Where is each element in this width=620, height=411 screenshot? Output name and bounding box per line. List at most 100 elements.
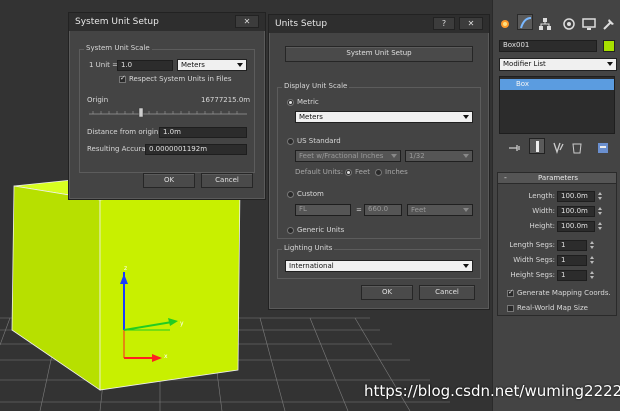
display-tab-icon[interactable] <box>581 16 597 32</box>
help-button[interactable]: ? <box>433 17 455 30</box>
object-color-swatch[interactable] <box>603 40 615 52</box>
generate-mapping-label: Generate Mapping Coords. <box>517 289 611 297</box>
custom-radio[interactable] <box>287 191 294 198</box>
height-field[interactable]: 100.0m <box>557 221 595 232</box>
pin-stack-icon[interactable] <box>507 140 523 156</box>
chevron-down-icon <box>463 208 469 212</box>
width-segs-label: Width Segs: <box>513 256 555 264</box>
cancel-button[interactable]: Cancel <box>419 285 475 300</box>
custom-name-field[interactable]: FL <box>295 204 351 216</box>
close-button[interactable]: ✕ <box>459 17 483 30</box>
units-setup-dialog: Units Setup ? ✕ System Unit Setup Displa… <box>268 14 490 310</box>
real-world-map-checkbox[interactable] <box>507 305 514 312</box>
length-field[interactable]: 100.0m <box>557 191 595 202</box>
distance-label: Distance from origin: <box>87 128 161 136</box>
chevron-down-icon <box>237 63 243 67</box>
origin-slider[interactable] <box>89 107 247 117</box>
distance-field[interactable]: 1.0m <box>159 127 247 138</box>
generic-units-radio[interactable] <box>287 227 294 234</box>
modify-tab-icon[interactable] <box>517 14 533 30</box>
inches-radio[interactable] <box>375 169 382 176</box>
hierarchy-tab-icon[interactable] <box>537 16 553 32</box>
metric-radio[interactable] <box>287 99 294 106</box>
accuracy-field: 0.0000001192m <box>145 144 247 155</box>
us-fraction-select[interactable]: 1/32 <box>405 150 473 162</box>
custom-label: Custom <box>297 190 324 198</box>
metric-select[interactable]: Meters <box>295 111 473 123</box>
respect-units-checkbox[interactable] <box>119 74 126 83</box>
close-button[interactable]: ✕ <box>235 15 259 28</box>
chevron-down-icon <box>463 115 469 119</box>
origin-label: Origin <box>87 96 109 104</box>
us-standard-radio[interactable] <box>287 138 294 145</box>
height-segs-field[interactable]: 1 <box>557 270 587 281</box>
motion-tab-icon[interactable] <box>561 16 577 32</box>
cancel-button[interactable]: Cancel <box>201 173 253 188</box>
height-segs-spinner[interactable] <box>589 270 596 281</box>
length-label: Length: <box>528 192 555 200</box>
group-title: Lighting Units <box>282 244 335 252</box>
ok-button[interactable]: OK <box>361 285 413 300</box>
modifier-stack-item-box[interactable]: Box <box>500 79 614 90</box>
make-unique-icon[interactable] <box>551 140 567 156</box>
system-unit-setup-button[interactable]: System Unit Setup <box>285 46 473 62</box>
axis-x-label: x <box>164 353 168 360</box>
modifier-list-value: Modifier List <box>503 60 546 68</box>
remove-modifier-icon[interactable] <box>569 140 585 156</box>
utilities-tab-icon[interactable] <box>601 16 617 32</box>
length-segs-field[interactable]: 1 <box>557 240 587 251</box>
custom-unit-select[interactable]: Feet <box>407 204 473 216</box>
group-title: Display Unit Scale <box>282 82 350 90</box>
object-name-field[interactable]: Box001 <box>499 40 597 52</box>
length-segs-spinner[interactable] <box>589 240 596 251</box>
feet-label: Feet <box>355 168 371 176</box>
chevron-down-icon <box>463 154 469 158</box>
generate-mapping-checkbox[interactable] <box>507 288 514 297</box>
us-fraction-value: 1/32 <box>409 152 425 160</box>
width-segs-field[interactable]: 1 <box>557 255 587 266</box>
metric-select-value: Meters <box>299 113 323 121</box>
custom-unit-value: Feet <box>411 206 427 214</box>
unit-select[interactable]: Meters <box>177 59 247 71</box>
width-label: Width: <box>532 207 555 215</box>
display-unit-scale-group: Display Unit Scale <box>277 82 481 239</box>
width-field[interactable]: 100.0m <box>557 206 595 217</box>
command-panel: Box001 Modifier List Box - Parameters Le… <box>492 0 620 411</box>
width-spinner[interactable] <box>597 206 604 217</box>
origin-value: 16777215.0m <box>201 96 251 104</box>
chevron-down-icon <box>607 62 613 66</box>
axis-y-label: y <box>180 320 184 327</box>
custom-value-field[interactable]: 660.0 <box>364 204 402 216</box>
us-standard-label: US Standard <box>297 137 341 145</box>
length-spinner[interactable] <box>597 191 604 202</box>
create-tab-icon[interactable] <box>497 16 513 32</box>
box-front-face <box>99 184 241 391</box>
lighting-units-select[interactable]: International <box>285 260 473 272</box>
watermark-text: https://blog.csdn.net/wuming22222 <box>364 382 620 400</box>
parameters-rollout-header[interactable]: - Parameters <box>497 172 617 184</box>
chevron-down-icon <box>391 154 397 158</box>
metric-label: Metric <box>297 98 319 106</box>
custom-equals-label: = <box>356 206 362 214</box>
respect-units-label: Respect System Units in Files <box>129 75 232 83</box>
generic-units-label: Generic Units <box>297 226 345 234</box>
unit-prefix-label: 1 Unit = <box>89 61 119 69</box>
unit-value-field[interactable]: 1.0 <box>117 60 173 71</box>
real-world-map-label: Real-World Map Size <box>517 304 588 312</box>
modifier-list-select[interactable]: Modifier List <box>499 58 617 71</box>
configure-sets-icon[interactable] <box>595 140 611 156</box>
rollout-toggle: - <box>504 173 507 182</box>
height-label: Height: <box>529 222 556 230</box>
inches-label: Inches <box>385 168 408 176</box>
width-segs-spinner[interactable] <box>589 255 596 266</box>
height-spinner[interactable] <box>597 221 604 232</box>
unit-select-value: Meters <box>181 61 205 69</box>
ok-button[interactable]: OK <box>143 173 195 188</box>
chevron-down-icon <box>463 264 469 268</box>
default-units-label: Default Units: <box>295 168 344 176</box>
us-standard-select-value: Feet w/Fractional Inches <box>299 152 384 160</box>
length-segs-label: Length Segs: <box>509 241 555 249</box>
show-end-result-icon[interactable] <box>529 138 545 154</box>
feet-radio[interactable] <box>345 169 352 176</box>
us-standard-select[interactable]: Feet w/Fractional Inches <box>295 150 401 162</box>
